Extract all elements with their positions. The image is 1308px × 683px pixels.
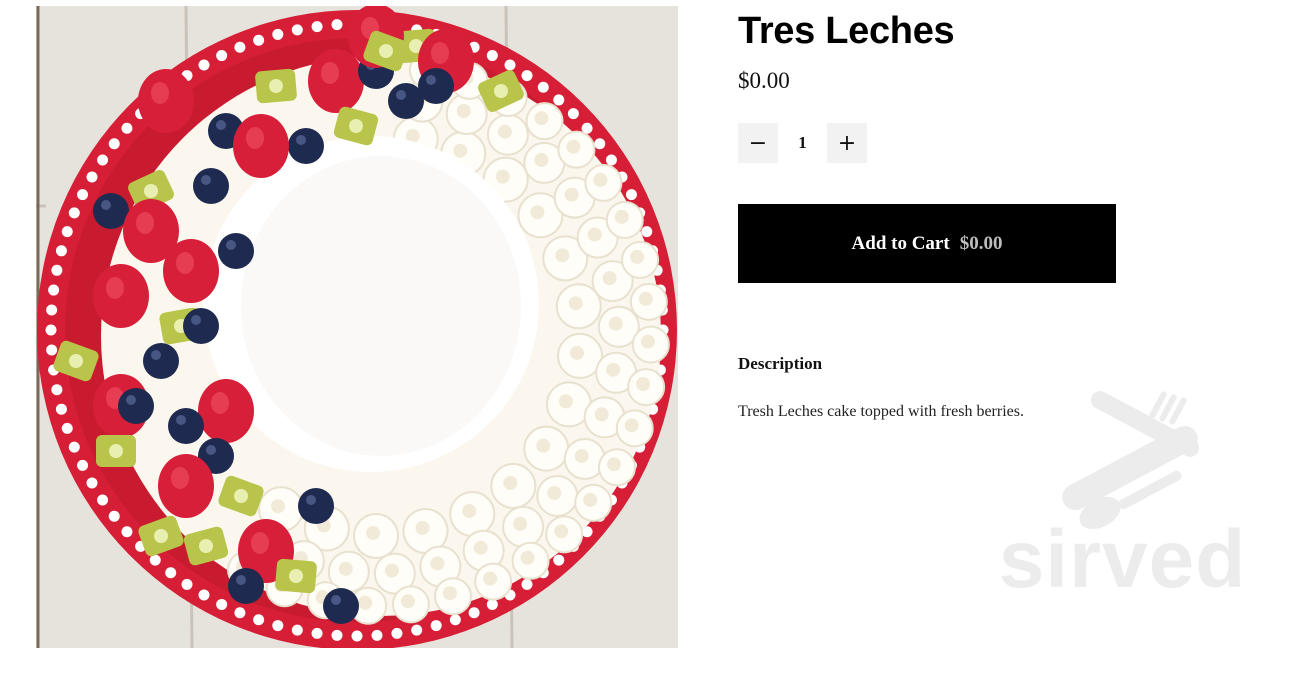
product-price: $0.00 xyxy=(738,68,790,93)
plus-icon: + xyxy=(837,130,857,156)
add-to-cart-price: $0.00 xyxy=(959,232,1003,254)
add-to-cart-label: Add to Cart xyxy=(851,232,950,254)
product-image[interactable] xyxy=(36,6,678,648)
product-title: Tres Leches xyxy=(738,10,955,52)
description-heading: Description xyxy=(738,354,823,373)
cake-photo xyxy=(36,6,678,648)
add-to-cart-button[interactable]: Add to Cart $0.00 xyxy=(738,204,1116,283)
minus-icon: − xyxy=(748,130,768,156)
quantity-decrement-button[interactable]: − xyxy=(738,123,778,163)
quantity-value[interactable]: 1 xyxy=(778,133,827,153)
quantity-stepper: − 1 + xyxy=(738,123,867,163)
product-info: Tres Leches $0.00 − 1 + Add to Cart $0.0… xyxy=(738,0,1278,683)
description-text: Tresh Leches cake topped with fresh berr… xyxy=(738,403,1024,420)
quantity-increment-button[interactable]: + xyxy=(827,123,867,163)
